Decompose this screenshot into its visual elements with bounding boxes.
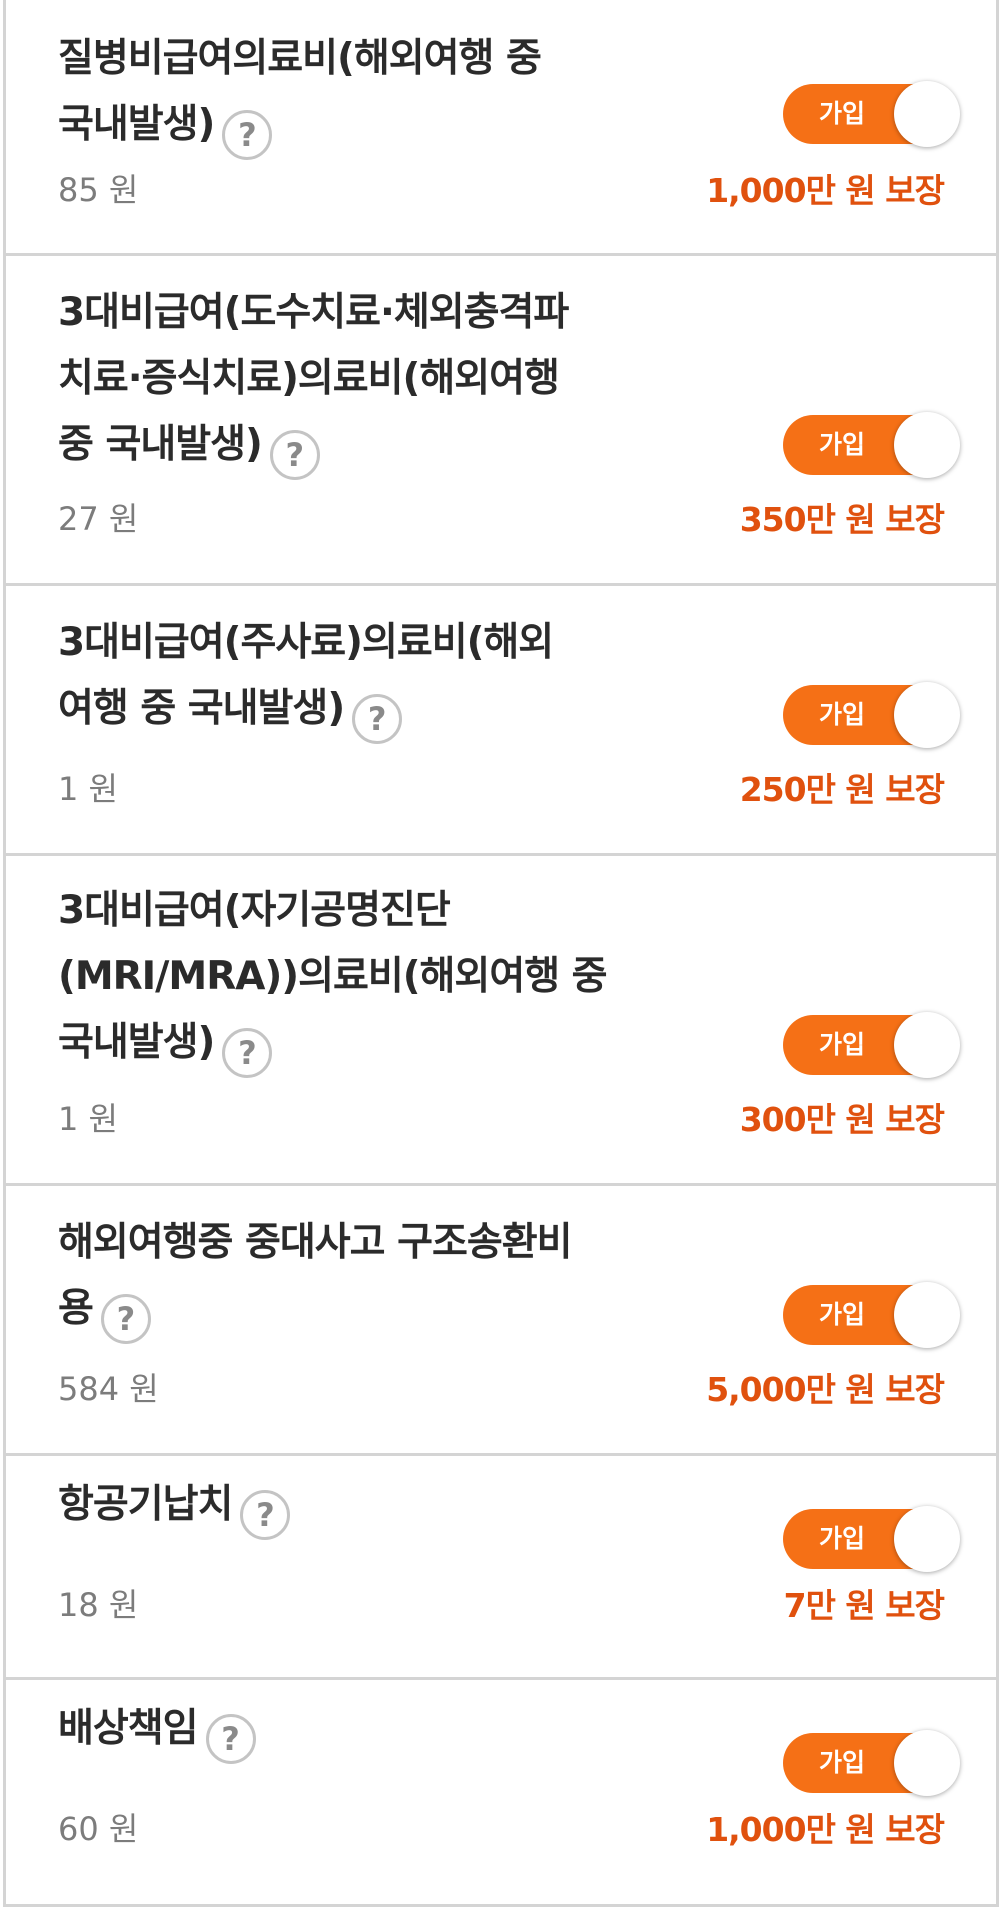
premium-price: 1 원	[58, 770, 118, 808]
toggle-label: 가입	[819, 430, 866, 459]
coverage-title: 3대비급여(주사료)의료비(해외 여행 중 국내발생)?	[58, 610, 618, 744]
subscribe-toggle[interactable]: 가입	[783, 1012, 960, 1078]
subscribe-toggle[interactable]: 가입	[783, 682, 960, 748]
list-item: 항공기납치? 18 원 가입 7만 원 보장	[6, 1456, 996, 1680]
question-help-icon[interactable]: ?	[100, 1294, 151, 1344]
subscribe-toggle[interactable]: 가입	[783, 1730, 960, 1796]
toggle-label: 가입	[819, 1030, 866, 1059]
premium-price: 85 원	[58, 171, 139, 209]
coverage-title: 항공기납치?	[58, 1472, 618, 1540]
coverage-amount: 7만 원 보장	[783, 1586, 945, 1625]
coverage-title: 해외여행중 중대사고 구조송환비 용?	[58, 1210, 618, 1344]
toggle-label: 가입	[819, 1524, 866, 1553]
subscribe-toggle[interactable]: 가입	[783, 1506, 960, 1572]
list-item: 배상책임? 60 원 가입 1,000만 원 보장	[6, 1680, 996, 1907]
coverage-amount: 350만 원 보장	[739, 500, 945, 539]
coverage-list: 질병비급여의료비(해외여행 중 국내발생)? 85 원 가입 1,000만 원 …	[0, 0, 1003, 1907]
toggle-knob	[894, 412, 960, 478]
toggle-knob	[894, 1012, 960, 1078]
toggle-label: 가입	[819, 99, 866, 128]
subscribe-toggle[interactable]: 가입	[783, 81, 960, 147]
toggle-label: 가입	[819, 1748, 866, 1777]
premium-price: 18 원	[58, 1586, 139, 1624]
coverage-amount: 300만 원 보장	[739, 1100, 945, 1139]
premium-price: 1 원	[58, 1100, 118, 1138]
coverage-title: 3대비급여(도수치료·체외충격파 치료·증식치료)의료비(해외여행 중 국내발생…	[58, 280, 618, 480]
toggle-knob	[894, 81, 960, 147]
question-help-icon[interactable]: ?	[222, 1028, 273, 1078]
coverage-title: 배상책임?	[58, 1696, 618, 1764]
toggle-knob	[894, 1506, 960, 1572]
coverage-amount: 250만 원 보장	[739, 770, 945, 809]
list-item: 해외여행중 중대사고 구조송환비 용? 584 원 가입 5,000만 원 보장	[6, 1186, 996, 1456]
coverage-title: 질병비급여의료비(해외여행 중 국내발생)?	[58, 26, 618, 160]
toggle-knob	[894, 1282, 960, 1348]
question-help-icon[interactable]: ?	[222, 110, 273, 160]
list-item: 질병비급여의료비(해외여행 중 국내발생)? 85 원 가입 1,000만 원 …	[6, 0, 996, 256]
toggle-knob	[894, 682, 960, 748]
toggle-label: 가입	[819, 1300, 866, 1329]
coverage-amount: 1,000만 원 보장	[706, 171, 945, 210]
premium-price: 27 원	[58, 500, 139, 538]
subscribe-toggle[interactable]: 가입	[783, 412, 960, 478]
premium-price: 584 원	[58, 1370, 159, 1408]
toggle-knob	[894, 1730, 960, 1796]
question-help-icon[interactable]: ?	[205, 1714, 256, 1764]
toggle-label: 가입	[819, 700, 866, 729]
question-help-icon[interactable]: ?	[352, 694, 403, 744]
question-help-icon[interactable]: ?	[269, 430, 320, 480]
list-item: 3대비급여(자기공명진단 (MRI/MRA))의료비(해외여행 중 국내발생)?…	[6, 856, 996, 1186]
premium-price: 60 원	[58, 1810, 139, 1848]
question-help-icon[interactable]: ?	[240, 1490, 291, 1540]
coverage-amount: 1,000만 원 보장	[706, 1810, 945, 1849]
subscribe-toggle[interactable]: 가입	[783, 1282, 960, 1348]
coverage-title: 3대비급여(자기공명진단 (MRI/MRA))의료비(해외여행 중 국내발생)?	[58, 878, 618, 1078]
coverage-amount: 5,000만 원 보장	[706, 1370, 945, 1409]
list-item: 3대비급여(주사료)의료비(해외 여행 중 국내발생)? 1 원 가입 250만…	[6, 586, 996, 856]
list-item: 3대비급여(도수치료·체외충격파 치료·증식치료)의료비(해외여행 중 국내발생…	[6, 256, 996, 586]
